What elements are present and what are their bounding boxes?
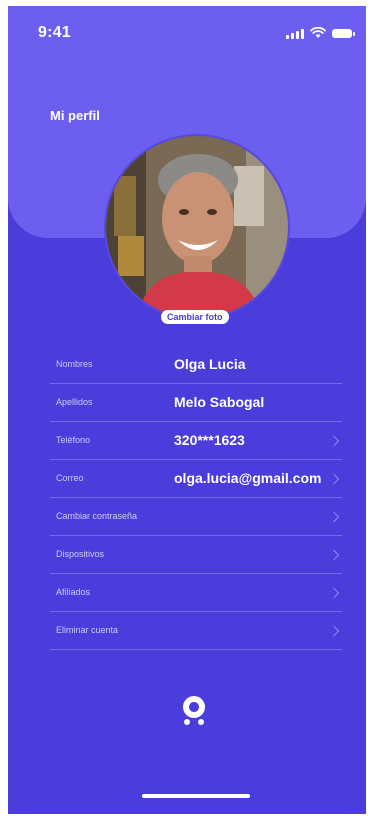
battery-icon	[332, 28, 355, 38]
signal-icon	[286, 28, 304, 39]
status-bar: 9:41	[8, 6, 366, 54]
profile-fields-list: Nombres Olga Lucia Apellidos Melo Saboga…	[50, 346, 342, 650]
field-row-nombres: Nombres Olga Lucia	[50, 346, 342, 384]
chevron-right-icon	[333, 587, 340, 599]
field-label: Cambiar contraseña	[56, 511, 138, 521]
chevron-right-icon	[333, 473, 340, 485]
chevron-right-icon	[333, 625, 340, 637]
chevron-right-icon	[333, 549, 340, 561]
field-row-cambiar-contrasena[interactable]: Cambiar contraseña	[50, 498, 342, 536]
field-label: Teléfono	[56, 435, 91, 445]
field-row-eliminar-cuenta[interactable]: Eliminar cuenta	[50, 612, 342, 650]
field-label: Apellidos	[56, 397, 93, 407]
field-value: 320***1623	[174, 432, 245, 448]
chevron-right-icon	[333, 511, 340, 523]
avatar[interactable]	[104, 134, 290, 320]
page-title: Mi perfil	[50, 108, 100, 123]
chevron-right-icon	[333, 435, 340, 447]
field-row-apellidos: Apellidos Melo Sabogal	[50, 384, 342, 422]
field-row-telefono[interactable]: Teléfono 320***1623	[50, 422, 342, 460]
status-time: 9:41	[38, 24, 71, 41]
app-logo-icon	[182, 696, 205, 725]
field-label: Afiliados	[56, 587, 91, 597]
field-label: Dispositivos	[56, 549, 105, 559]
home-indicator[interactable]	[142, 794, 250, 798]
avatar-photo	[106, 136, 288, 318]
change-photo-button[interactable]: Cambiar foto	[161, 310, 229, 324]
field-row-afiliados[interactable]: Afiliados	[50, 574, 342, 612]
field-value: olga.lucia@gmail.com	[174, 470, 322, 486]
field-label: Correo	[56, 473, 84, 483]
field-value: Melo Sabogal	[174, 394, 265, 410]
wifi-icon	[310, 27, 326, 38]
status-icons	[286, 26, 355, 40]
field-row-correo[interactable]: Correo olga.lucia@gmail.com	[50, 460, 342, 498]
field-row-dispositivos[interactable]: Dispositivos	[50, 536, 342, 574]
field-label: Nombres	[56, 359, 93, 369]
field-value: Olga Lucia	[174, 356, 246, 372]
field-label: Eliminar cuenta	[56, 625, 119, 635]
profile-screen: 9:41 Mi perfil Cambiar foto Nombres Olga…	[8, 6, 366, 814]
